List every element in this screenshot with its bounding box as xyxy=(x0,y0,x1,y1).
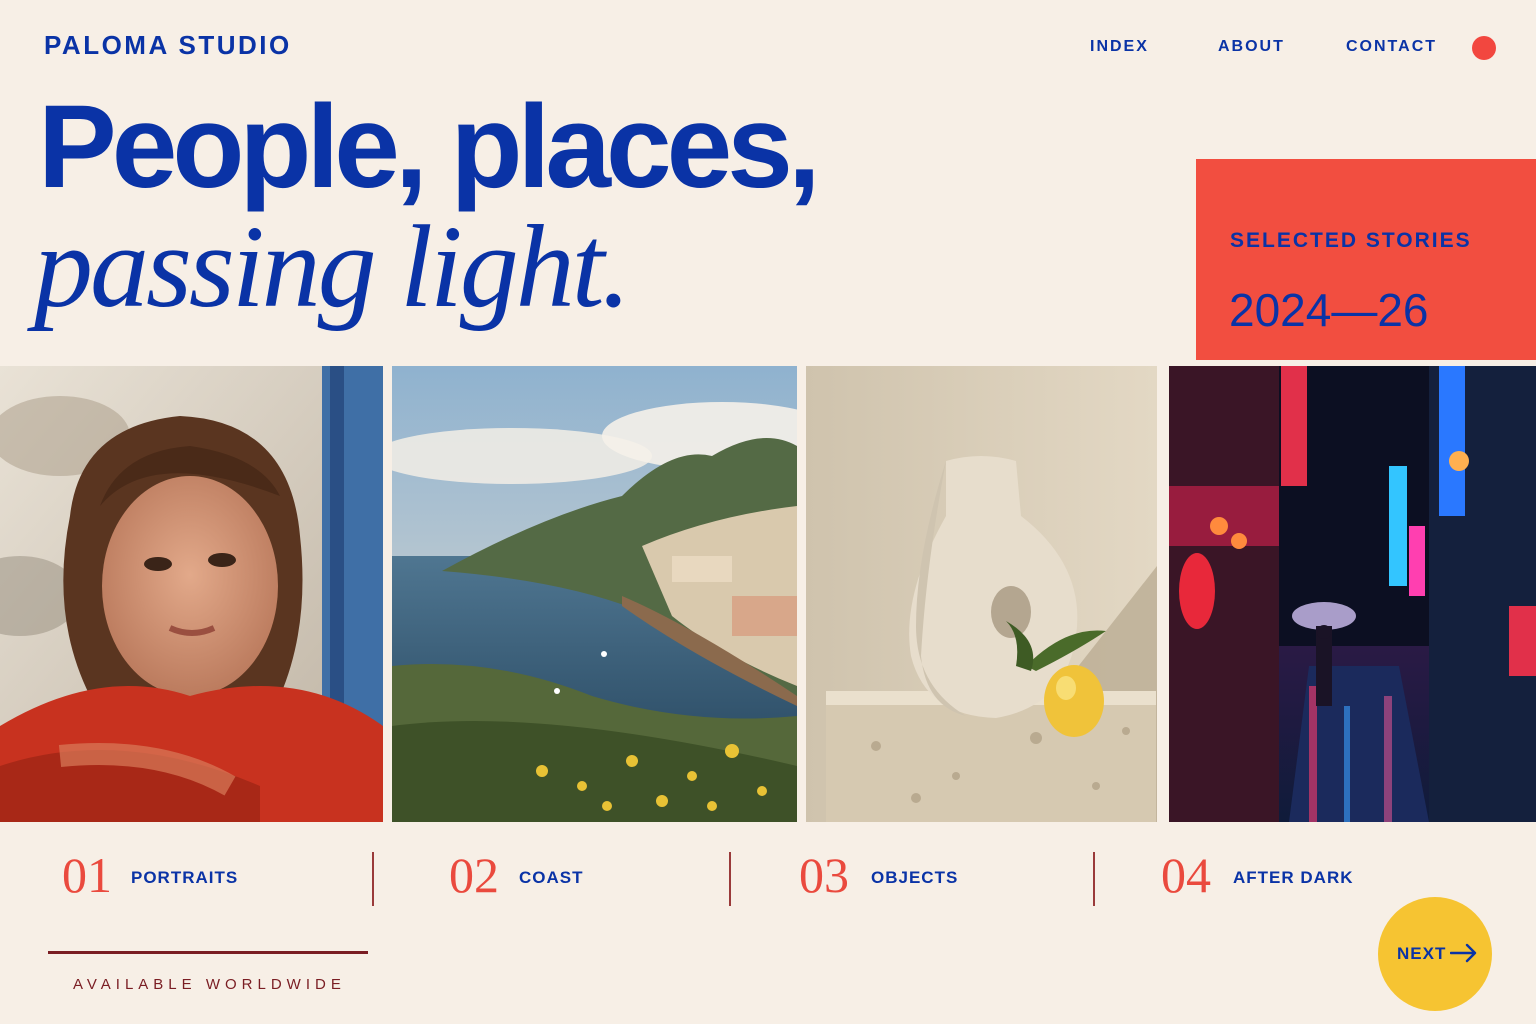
nav-contact-link[interactable]: CONTACT xyxy=(1346,38,1437,56)
nav-index-link[interactable]: INDEX xyxy=(1090,38,1149,56)
footer-rule xyxy=(48,951,368,954)
hero-subheadline: passing light. xyxy=(34,201,631,332)
caption-divider xyxy=(1093,852,1095,906)
coast-photo[interactable] xyxy=(392,366,797,822)
next-label: NEXT xyxy=(1397,944,1447,963)
story-label: AFTER DARK xyxy=(1233,868,1354,887)
hero-headline: People, places, xyxy=(38,81,821,213)
story-caption-coast[interactable]: 02 COAST xyxy=(449,850,719,910)
objects-photo[interactable] xyxy=(806,366,1157,822)
selected-stories-years: 2024—26 xyxy=(1229,284,1429,336)
story-label: COAST xyxy=(519,868,584,887)
story-caption-portraits[interactable]: 01 PORTRAITS xyxy=(62,850,362,910)
story-number: 03 xyxy=(799,847,849,903)
caption-divider xyxy=(372,852,374,906)
story-number: 02 xyxy=(449,847,499,903)
status-dot[interactable] xyxy=(1472,36,1496,60)
story-label: OBJECTS xyxy=(871,868,959,887)
selected-stories-card[interactable]: SELECTED STORIES 2024—26 xyxy=(1196,159,1536,360)
caption-divider xyxy=(729,852,731,906)
selected-stories-label: SELECTED STORIES xyxy=(1230,229,1472,252)
after-dark-photo[interactable] xyxy=(1169,366,1536,822)
arrow-right-icon xyxy=(1450,943,1477,963)
story-label: PORTRAITS xyxy=(131,868,239,887)
main-nav: INDEX ABOUT CONTACT xyxy=(0,38,1536,58)
story-caption-after-dark[interactable]: 04 AFTER DARK xyxy=(1161,850,1421,910)
story-caption-objects[interactable]: 03 OBJECTS xyxy=(799,850,1079,910)
nav-about-link[interactable]: ABOUT xyxy=(1218,38,1285,56)
portrait-photo[interactable] xyxy=(0,366,383,822)
story-number: 04 xyxy=(1161,847,1211,903)
next-button[interactable]: NEXT xyxy=(1378,897,1492,1011)
availability-tagline: AVAILABLE WORLDWIDE xyxy=(73,976,346,993)
story-number: 01 xyxy=(62,847,112,903)
